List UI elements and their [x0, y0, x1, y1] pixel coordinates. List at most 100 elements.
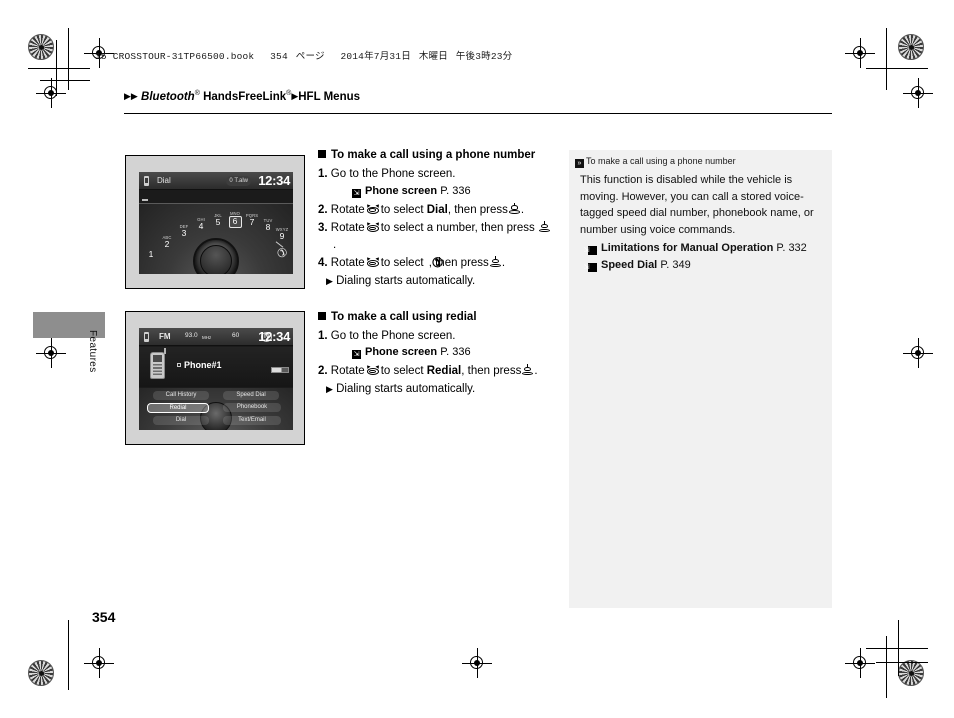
dial-key-9[interactable]: WXYZ 9 [273, 227, 291, 242]
note-xref-speed-dial[interactable]: ⇲ Speed Dial P. 349 [580, 257, 820, 273]
menu-button-speed-dial[interactable]: Speed Dial [223, 391, 279, 400]
trim-mark-bl-v [68, 620, 69, 690]
registration-cross-bottom-left-inner [84, 648, 114, 678]
step-text-pre: Rotate [330, 257, 365, 269]
registration-target-top-right [898, 34, 924, 60]
trim-mark-br2-h [876, 662, 928, 663]
step-text-mid: to select a number, then press [380, 222, 535, 234]
registration-cross-bottom-right-inner [845, 648, 875, 678]
trim-mark-tr-h [866, 68, 928, 69]
dial-status-pill: 0 T.alw [226, 176, 251, 186]
step-text-end: . [501, 257, 506, 269]
press-knob-icon [538, 221, 550, 233]
xref-arrow-icon: ⇲ [584, 246, 597, 255]
result-arrow-icon: ▶ [326, 275, 333, 286]
book-date: 2014年7月31日 [340, 51, 411, 62]
menu-button-dial[interactable]: Dial [153, 416, 209, 425]
dial-key-1[interactable]: 1 [142, 249, 160, 260]
print-production-line: 15 CROSSTOUR-31TP66500.book 354 ページ 2014… [95, 48, 512, 62]
note-xref-page: P. 332 [776, 242, 807, 254]
note-body: This function is disabled while the vehi… [580, 172, 820, 273]
step-text-mid: to select [380, 365, 424, 377]
dial-key-1-digit: 1 [148, 249, 154, 259]
note-xref-title: Limitations for Manual Operation [601, 242, 774, 254]
menu-status-bar: FM 93.0 MHz 60 N 12:34 [139, 328, 293, 346]
dial-key-2[interactable]: ABC 2 [158, 235, 176, 250]
press-knob-icon [508, 202, 520, 215]
dial-key-2-digit: 2 [164, 239, 170, 249]
signal-strength-icon [271, 367, 289, 373]
xref-arrow-icon: ⇲ [352, 350, 361, 359]
step-text-mid: to select [380, 203, 424, 216]
book-time: 午後3時23分 [455, 51, 513, 62]
menu-button-text-email[interactable]: Text/Email [223, 416, 281, 425]
step-target-dial: Dial [426, 203, 448, 216]
dial-key-4[interactable]: GHI 4 [192, 217, 210, 232]
side-tab-label: Features [87, 330, 98, 373]
section-2-step-1: 1. Go to the Phone screen. [318, 328, 554, 345]
dial-screen: Dial 0 T.alw 12:34 1 ABC 2 DEF 3 GHI 4 J… [139, 172, 293, 274]
section-1-xref-phone-screen[interactable]: ⇲ Phone screen P. 336 [318, 184, 554, 199]
step-text-end: . [333, 238, 337, 251]
section-phone-number: To make a call using a phone number 1. G… [318, 149, 554, 289]
step-number: 2. [318, 365, 328, 377]
step-text-mid: to select [380, 257, 424, 269]
dial-key-6[interactable]: MNO 6 [226, 211, 244, 228]
menu-button-call-history[interactable]: Call History [153, 391, 209, 400]
radio-frequency: 93.0 [185, 332, 198, 339]
step-text-pre: Rotate [330, 365, 365, 377]
dial-key-4-digit: 4 [198, 221, 204, 231]
page-number: 354 [92, 609, 116, 625]
registration-target-bottom-left [28, 660, 54, 686]
xref-arrow-icon: ⇲ [584, 263, 597, 272]
dial-key-6-digit: 6 [228, 216, 242, 228]
phone-status-icon [144, 176, 149, 186]
dial-key-5-digit: 5 [215, 217, 221, 227]
section-2-heading: To make a call using redial [318, 311, 554, 323]
note-header-text: To make a call using a phone number [586, 156, 736, 166]
rotary-knob-icon [365, 256, 381, 268]
step-text-pre: Rotate [330, 203, 365, 216]
menu-screen: FM 93.0 MHz 60 N 12:34 Phone#1 Call Hist… [139, 328, 293, 430]
section-2-result: ▶ Dialing starts automatically. [318, 381, 554, 397]
xref-arrow-icon: ⇲ [352, 188, 361, 198]
result-text: Dialing starts automatically. [336, 382, 476, 395]
dial-key-3[interactable]: DEF 3 [175, 224, 193, 239]
menu-button-phonebook[interactable]: Phonebook [223, 403, 281, 412]
header-rule [124, 113, 832, 115]
section-2-heading-text: To make a call using redial [331, 310, 477, 323]
dial-key-3-digit: 3 [181, 228, 187, 238]
breadcrumb-arrow-icon-3: ▶ [291, 90, 299, 101]
dial-screen-title: Dial [157, 176, 171, 185]
menu-button-redial[interactable]: Redial [147, 403, 209, 413]
section-1-step-1: 1. Go to the Phone screen. [318, 166, 554, 183]
rotary-knob-icon [365, 221, 381, 233]
radio-frequency-unit: MHz [202, 335, 212, 340]
step-text-post: , then press [447, 203, 508, 216]
connected-phone-label: Phone#1 [184, 360, 222, 370]
trim-mark-tl2-v [56, 40, 57, 96]
section-2-xref-phone-screen[interactable]: ⇲ Phone screen P. 336 [318, 345, 554, 360]
note-chevron-icon: » [575, 159, 584, 168]
rotary-knob-icon [365, 202, 381, 215]
dial-keypad-area: 1 ABC 2 DEF 3 GHI 4 JKL 5 MNO 6 PQRS 7 T… [139, 204, 293, 274]
section-1-step-4: 4. Rotate to select ✆, then press. [318, 255, 506, 270]
book-file-name: 15 CROSSTOUR-31TP66500.book [95, 51, 255, 62]
note-body-text: This function is disabled while the vehi… [580, 174, 814, 236]
dial-tick-mark [142, 199, 148, 201]
step-text-pre: Rotate [330, 222, 365, 234]
section-bullet-icon-2 [318, 311, 326, 320]
dial-call-icon[interactable]: ✆ [277, 246, 287, 260]
step-target-redial: Redial [426, 365, 462, 377]
note-xref-limitations[interactable]: ⇲ Limitations for Manual Operation P. 332 [580, 240, 820, 256]
registration-cross-left-upper [36, 78, 66, 108]
dial-key-5[interactable]: JKL 5 [209, 213, 227, 228]
registration-target-top-left [28, 34, 54, 60]
figure-dial-screen: Dial 0 T.alw 12:34 1 ABC 2 DEF 3 GHI 4 J… [125, 155, 305, 289]
dial-center-knob[interactable] [193, 238, 239, 274]
step-text: Go to the Phone screen. [330, 329, 456, 342]
section-1-step-2: 2. Rotate to select Dial, then press. [318, 201, 554, 219]
trim-mark-br-h [866, 648, 928, 649]
dial-clock: 12:34 [258, 173, 290, 188]
breadcrumb-item-handsfreelink: HandsFreeLink [203, 90, 287, 103]
